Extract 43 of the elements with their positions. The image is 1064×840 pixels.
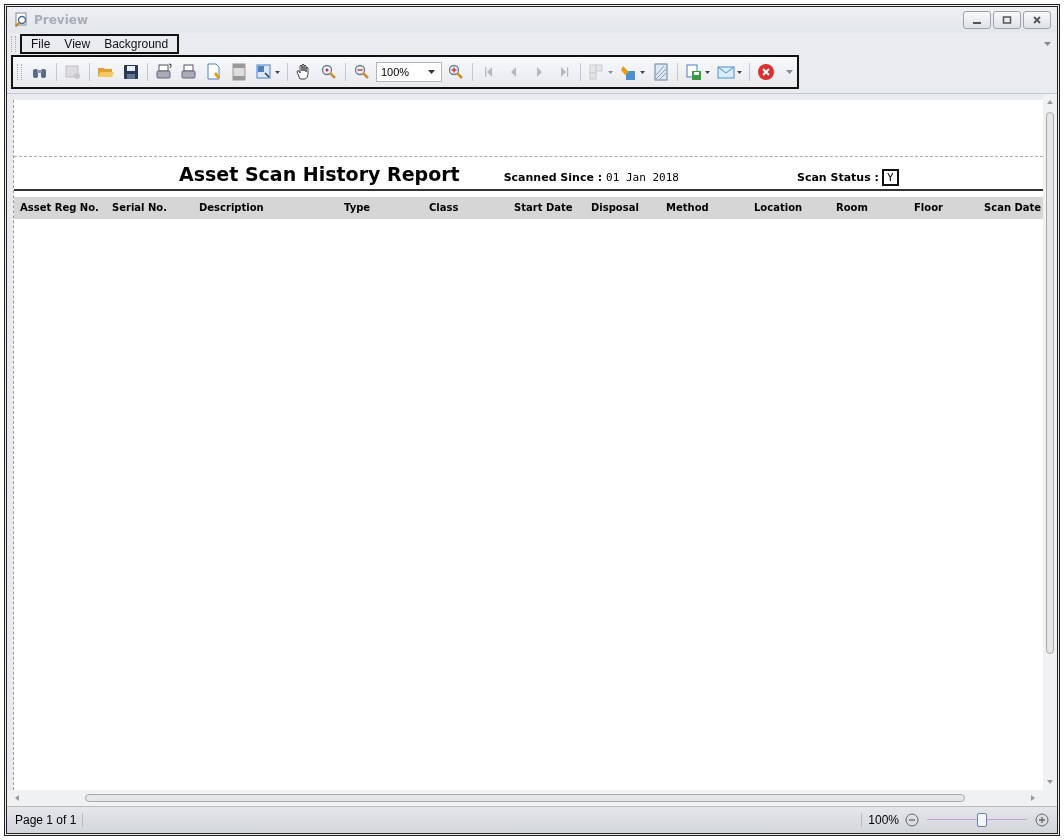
menu-item[interactable]: File <box>26 37 56 51</box>
column-header: Start Date <box>514 202 573 213</box>
minimize-button[interactable] <box>963 11 991 29</box>
scroll-right-icon[interactable] <box>1031 795 1035 801</box>
preview-icon <box>13 12 29 28</box>
vertical-scrollbar[interactable] <box>1043 94 1057 806</box>
column-header: Serial No. <box>112 202 168 213</box>
menu-item[interactable]: Background <box>99 37 174 51</box>
scroll-up-icon[interactable] <box>1047 100 1053 104</box>
menu-item[interactable]: View <box>59 37 96 51</box>
column-header: Description <box>199 202 264 213</box>
zoom-dropdown[interactable]: 100% <box>376 62 442 82</box>
maximize-icon <box>1002 15 1012 25</box>
window-title: Preview <box>34 13 88 27</box>
column-header: Asset Reg No. <box>20 202 99 213</box>
column-header: Method <box>666 202 709 213</box>
caret-icon <box>428 70 435 74</box>
page-count: Page 1 of 1 <box>15 813 84 827</box>
column-header: Scan Date <box>984 202 1042 213</box>
column-header: Disposal <box>591 202 639 213</box>
close-button[interactable] <box>1023 11 1051 29</box>
caret-icon[interactable] <box>1044 42 1051 46</box>
overflow-caret-icon[interactable] <box>786 70 793 74</box>
zoom-out-icon[interactable] <box>905 813 919 827</box>
close-icon <box>1032 15 1042 25</box>
column-header: Room <box>836 202 868 213</box>
field-label: Scanned Since : <box>503 171 603 184</box>
zoom-slider[interactable] <box>927 812 1027 828</box>
field-label: Scan Status : <box>796 171 879 184</box>
maximize-button[interactable] <box>993 11 1021 29</box>
column-header: Floor <box>914 202 943 213</box>
zoom-level: 100% <box>861 813 905 827</box>
minimize-icon <box>973 22 981 24</box>
report-title: Asset Scan History Report <box>179 163 460 185</box>
horizontal-scrollbar[interactable] <box>7 790 1043 806</box>
column-header: Class <box>429 202 459 213</box>
column-header: Type <box>344 202 371 213</box>
column-header: Location <box>754 202 803 213</box>
field-value: Y <box>881 169 899 186</box>
field-value: 01 Jan 2018 <box>606 171 679 184</box>
scroll-down-icon[interactable] <box>1047 780 1053 784</box>
scroll-left-icon[interactable] <box>15 795 19 801</box>
zoom-in-icon[interactable] <box>1035 813 1049 827</box>
